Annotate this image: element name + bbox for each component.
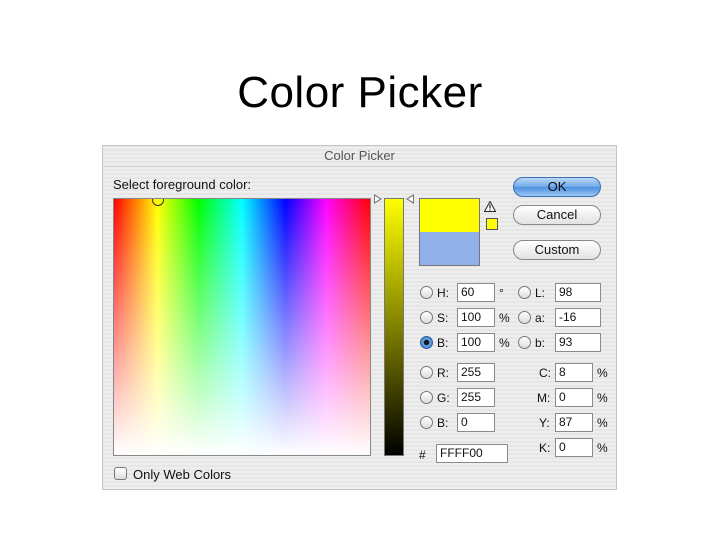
lab-a-label: a:	[535, 311, 546, 325]
slider-right-arrow-icon[interactable]	[406, 194, 414, 204]
dialog-title: Color Picker	[103, 146, 616, 167]
custom-button[interactable]: Custom	[513, 240, 601, 260]
cyan-field[interactable]: 8	[555, 363, 593, 382]
color-preview	[419, 198, 480, 266]
saturation-label: S:	[437, 311, 449, 325]
only-web-colors-checkbox[interactable]	[114, 467, 127, 480]
cyan-unit: %	[597, 366, 608, 380]
warning-triangle-icon[interactable]	[484, 201, 496, 212]
lab-a-radio[interactable]	[518, 311, 531, 324]
brightness-field[interactable]: 100	[457, 333, 495, 352]
red-label: R:	[437, 366, 449, 380]
brightness-label: B:	[437, 336, 449, 350]
magenta-label: M:	[537, 391, 551, 405]
color-field-white-layer	[114, 199, 370, 455]
saturation-radio[interactable]	[420, 311, 433, 324]
blue-label: B:	[437, 416, 449, 430]
hue-unit: °	[499, 286, 504, 300]
blue-radio[interactable]	[420, 416, 433, 429]
lab-l-radio[interactable]	[518, 286, 531, 299]
saturation-field[interactable]: 100	[457, 308, 495, 327]
brightness-unit: %	[499, 336, 510, 350]
new-color-swatch	[420, 199, 479, 232]
magenta-field[interactable]: 0	[555, 388, 593, 407]
magenta-unit: %	[597, 391, 608, 405]
brightness-slider[interactable]	[384, 198, 404, 456]
color-picker-dialog: Color Picker Select foreground color: OK…	[102, 145, 617, 490]
lab-a-field[interactable]: -16	[555, 308, 601, 327]
slider-left-arrow-icon[interactable]	[374, 194, 382, 204]
black-label: K:	[539, 441, 551, 455]
websafe-cube-swatch[interactable]	[486, 218, 498, 230]
red-radio[interactable]	[420, 366, 433, 379]
ok-button[interactable]: OK	[513, 177, 601, 197]
yellow-field[interactable]: 87	[555, 413, 593, 432]
hex-field[interactable]: FFFF00	[436, 444, 508, 463]
black-field[interactable]: 0	[555, 438, 593, 457]
lab-b-label: b:	[535, 336, 546, 350]
green-radio[interactable]	[420, 391, 433, 404]
brightness-radio[interactable]	[420, 336, 433, 349]
lab-l-label: L:	[535, 286, 546, 300]
select-color-prompt: Select foreground color:	[113, 177, 252, 192]
cancel-button[interactable]: Cancel	[513, 205, 601, 225]
lab-b-radio[interactable]	[518, 336, 531, 349]
hue-label: H:	[437, 286, 449, 300]
lab-l-field[interactable]: 98	[555, 283, 601, 302]
hex-prefix: #	[419, 448, 426, 462]
hue-field[interactable]: 60	[457, 283, 495, 302]
current-color-swatch[interactable]	[420, 232, 479, 265]
lab-b-field[interactable]: 93	[555, 333, 601, 352]
saturation-unit: %	[499, 311, 510, 325]
yellow-label: Y:	[539, 416, 550, 430]
blue-field[interactable]: 0	[457, 413, 495, 432]
slide-title: Color Picker	[237, 68, 483, 117]
hue-radio[interactable]	[420, 286, 433, 299]
yellow-unit: %	[597, 416, 608, 430]
black-unit: %	[597, 441, 608, 455]
only-web-colors-label: Only Web Colors	[133, 467, 232, 482]
cyan-label: C:	[539, 366, 551, 380]
color-field[interactable]	[113, 198, 371, 456]
green-label: G:	[437, 391, 450, 405]
green-field[interactable]: 255	[457, 388, 495, 407]
red-field[interactable]: 255	[457, 363, 495, 382]
